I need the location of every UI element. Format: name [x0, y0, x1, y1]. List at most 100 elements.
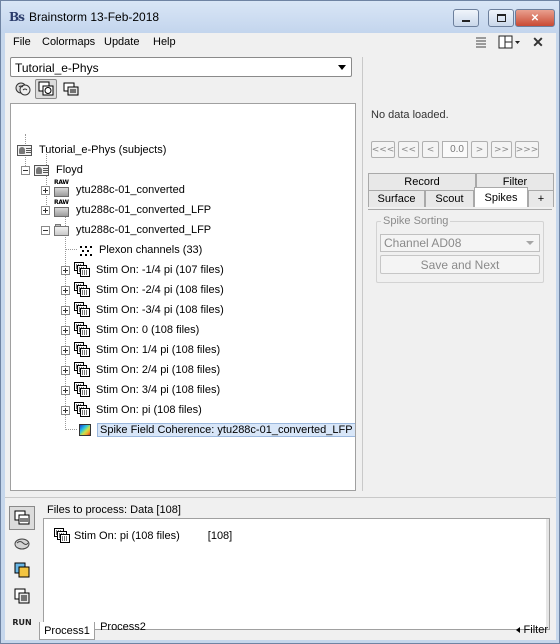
file-count: [108]	[207, 530, 233, 542]
process-panel: RUN Files to process: Data [108] Stim On…	[5, 497, 556, 640]
title-bar[interactable]: Bs Brainstorm 13-Feb-2018 ✕	[1, 1, 559, 33]
window-title: Brainstorm 13-Feb-2018	[29, 10, 160, 24]
minimize-button[interactable]	[453, 9, 479, 27]
process-data-button[interactable]	[9, 506, 35, 530]
save-and-next-button[interactable]: Save and Next	[380, 255, 540, 274]
time-navigation: <<< << < 0.0 > >> >>>	[371, 141, 539, 159]
collapse-icon[interactable]	[21, 165, 30, 175]
tree-root[interactable]: Tutorial_e-Phys (subjects)	[17, 141, 168, 159]
nav-back-button[interactable]: <	[422, 141, 439, 158]
expand-icon[interactable]	[61, 265, 70, 275]
subject-icon	[34, 162, 50, 178]
minimize-icon	[462, 20, 470, 22]
tree-raw-converted[interactable]: RAW ytu288c-01_converted	[41, 179, 187, 199]
coherence-icon	[77, 422, 93, 438]
close-window-button[interactable]: ✕	[515, 9, 555, 27]
tree-connector	[65, 429, 77, 430]
maximize-button[interactable]	[488, 9, 514, 27]
tree-channels[interactable]: Plexon channels (33)	[77, 241, 204, 259]
process-timefreq-button[interactable]	[9, 558, 35, 582]
expand-icon[interactable]	[61, 345, 70, 355]
right-panel: No data loaded. <<< << < 0.0 > >> >>> Re…	[362, 57, 556, 491]
chevron-left-icon	[515, 627, 520, 633]
anatomy-view-button[interactable]	[12, 79, 34, 99]
nav-forward-button[interactable]: >	[471, 141, 488, 158]
file-label: Stim On: pi (108 files)	[74, 530, 180, 542]
list-icon[interactable]	[473, 34, 489, 50]
time-field[interactable]: 0.0	[442, 141, 468, 158]
close-icon[interactable]: ✕	[530, 34, 546, 50]
tree-condition[interactable]: Stim On: -2/4 pi (108 files)	[61, 281, 226, 299]
expand-icon[interactable]	[41, 185, 50, 195]
list-item[interactable]: Stim On: pi (108 files) [108]	[54, 527, 232, 545]
condition-view-button[interactable]	[60, 79, 82, 99]
menu-help[interactable]: Help	[153, 36, 176, 48]
process-matrix-button[interactable]	[9, 584, 35, 608]
tab-record[interactable]: Record	[368, 173, 476, 190]
expand-icon[interactable]	[61, 385, 70, 395]
menu-file[interactable]: File	[13, 36, 31, 48]
raw-data-icon: RAW	[54, 199, 70, 218]
expand-icon[interactable]	[61, 305, 70, 315]
files-to-process-list[interactable]: Stim On: pi (108 files) [108]	[43, 518, 550, 630]
tree-condition[interactable]: Stim On: 2/4 pi (108 files)	[61, 361, 222, 379]
tree-raw-converted-lfp[interactable]: RAW ytu288c-01_converted_LFP	[41, 199, 213, 219]
menu-bar: File Colormaps Update Help ✕	[5, 33, 556, 53]
channel-dropdown[interactable]: Channel AD08	[380, 234, 540, 252]
files-to-process-label: Files to process: Data [108]	[47, 504, 181, 516]
data-list-icon	[74, 322, 90, 338]
tree-folder-converted-lfp[interactable]: ytu288c-01_converted_LFP	[41, 221, 213, 239]
tab-surface[interactable]: Surface	[368, 190, 425, 207]
menu-update[interactable]: Update	[104, 36, 139, 48]
tree-condition[interactable]: Stim On: 3/4 pi (108 files)	[61, 381, 222, 399]
data-list-icon	[74, 342, 90, 358]
scrollbar[interactable]	[546, 519, 549, 629]
nav-first-button[interactable]: <<<	[371, 141, 395, 158]
nav-last-button[interactable]: >>>	[515, 141, 539, 158]
chevron-down-icon	[526, 241, 534, 245]
process-sources-button[interactable]	[9, 532, 35, 556]
close-icon: ✕	[530, 12, 540, 24]
study-icon	[63, 82, 79, 96]
data-list-icon	[74, 382, 90, 398]
tab-process1[interactable]: Process1	[39, 622, 95, 640]
chevron-down-icon	[338, 65, 346, 70]
app-window: Bs Brainstorm 13-Feb-2018 ✕ File Colorma…	[0, 0, 560, 644]
collapse-icon[interactable]	[41, 225, 50, 235]
nav-back-fast-button[interactable]: <<	[398, 141, 419, 158]
functional-view-button[interactable]	[35, 79, 57, 99]
menu-colormaps[interactable]: Colormaps	[42, 36, 95, 48]
filter-button[interactable]: Filter	[515, 624, 548, 636]
brain-icon	[15, 82, 31, 96]
data-list-icon	[74, 402, 90, 418]
nav-forward-fast-button[interactable]: >>	[491, 141, 512, 158]
spikes-panel: Spike Sorting Channel AD08 Save and Next	[368, 209, 552, 489]
expand-icon[interactable]	[61, 285, 70, 295]
data-list-icon	[74, 302, 90, 318]
expand-icon[interactable]	[61, 325, 70, 335]
tab-add[interactable]: +	[528, 190, 554, 207]
tab-spikes[interactable]: Spikes	[474, 187, 528, 207]
layout-icon[interactable]	[497, 34, 523, 50]
expand-icon[interactable]	[61, 365, 70, 375]
expand-icon[interactable]	[61, 405, 70, 415]
data-list-icon	[74, 262, 90, 278]
tree-condition[interactable]: Stim On: 1/4 pi (108 files)	[61, 341, 222, 359]
maximize-icon	[496, 14, 506, 22]
data-files-icon	[14, 510, 30, 525]
tree-coherence-file[interactable]: Spike Field Coherence: ytu288c-01_conver…	[77, 421, 355, 439]
protocol-dropdown[interactable]: Tutorial_e-Phys	[10, 57, 352, 77]
tree-condition[interactable]: Stim On: -3/4 pi (108 files)	[61, 301, 226, 319]
tab-scout[interactable]: Scout	[425, 190, 474, 207]
channels-icon	[77, 242, 93, 258]
tree-subject-floyd[interactable]: Floyd	[21, 161, 85, 179]
run-button[interactable]: RUN	[9, 610, 35, 634]
brain-icon	[14, 538, 30, 550]
tree-condition[interactable]: Stim On: 0 (108 files)	[61, 321, 201, 339]
expand-icon[interactable]	[41, 205, 50, 215]
database-tree[interactable]: Tutorial_e-Phys (subjects) Floyd RAW ytu…	[10, 103, 356, 491]
tree-condition[interactable]: Stim On: pi (108 files)	[61, 401, 204, 419]
timefreq-icon	[14, 562, 30, 578]
tab-process2[interactable]: Process2	[97, 618, 149, 636]
tree-condition[interactable]: Stim On: -1/4 pi (107 files)	[61, 261, 226, 279]
